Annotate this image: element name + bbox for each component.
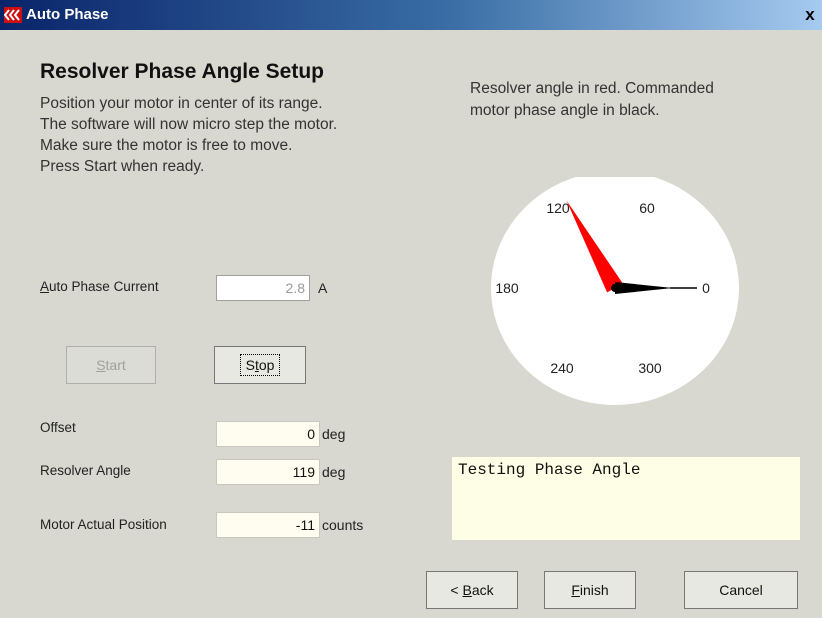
dial-label-0: 0 xyxy=(702,280,710,296)
offset-unit: deg xyxy=(322,426,346,442)
auto-phase-current-input[interactable]: 2.8 xyxy=(216,275,310,301)
dial-hub xyxy=(611,284,619,292)
dial-label-300: 300 xyxy=(638,360,662,376)
cancel-button[interactable]: Cancel xyxy=(684,571,798,609)
motor-position-value: -11 xyxy=(216,512,320,538)
dial-caption: motor phase angle in black. xyxy=(470,102,660,119)
start-button[interactable]: Start xyxy=(66,346,156,384)
auto-phase-current-label: Auto Phase Current xyxy=(40,279,159,294)
stop-button[interactable]: Stop xyxy=(214,346,306,384)
finish-button[interactable]: Finish xyxy=(544,571,636,609)
resolver-angle-unit: deg xyxy=(322,464,346,480)
app-logo-icon xyxy=(4,7,22,23)
back-button[interactable]: < Back xyxy=(426,571,518,609)
motor-position-label: Motor Actual Position xyxy=(40,517,167,532)
dial-label-180: 180 xyxy=(495,280,519,296)
instruction-line: The software will now micro step the mot… xyxy=(40,116,338,133)
dial-label-60: 60 xyxy=(639,200,655,216)
title-bar: Auto Phase x xyxy=(0,0,822,30)
status-text-box: Testing Phase Angle xyxy=(452,457,800,540)
instruction-line: Position your motor in center of its ran… xyxy=(40,95,323,112)
resolver-angle-label: Resolver Angle xyxy=(40,463,131,478)
dial-caption: Resolver angle in red. Commanded xyxy=(470,80,714,97)
instruction-line: Make sure the motor is free to move. xyxy=(40,137,293,154)
resolver-angle-value: 119 xyxy=(216,459,320,485)
window-title: Auto Phase xyxy=(26,6,109,23)
motor-position-unit: counts xyxy=(322,517,364,533)
close-icon[interactable]: x xyxy=(802,6,818,23)
offset-value: 0 xyxy=(216,421,320,447)
page-title: Resolver Phase Angle Setup xyxy=(40,60,324,83)
dial-label-240: 240 xyxy=(550,360,574,376)
phase-angle-dial: 120 60 180 0 240 300 xyxy=(491,177,739,405)
offset-label: Offset xyxy=(40,420,76,435)
dial-label-120: 120 xyxy=(546,200,570,216)
instruction-line: Press Start when ready. xyxy=(40,158,205,175)
current-unit: A xyxy=(318,280,328,296)
